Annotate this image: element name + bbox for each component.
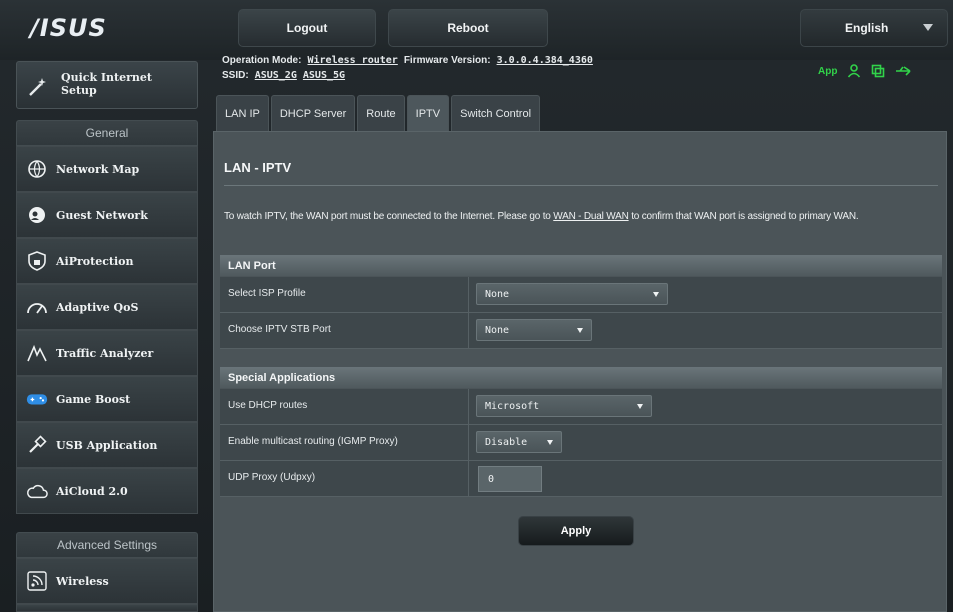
sidebar-item-next[interactable] bbox=[16, 604, 198, 612]
tab-iptv[interactable]: IPTV bbox=[406, 95, 450, 131]
wand-icon bbox=[29, 78, 46, 96]
caret-down-icon bbox=[577, 328, 583, 333]
sidebar-item-guest-network[interactable]: Guest Network bbox=[16, 192, 198, 238]
sidebar-item-label: Guest Network bbox=[56, 208, 148, 222]
title-divider bbox=[224, 185, 938, 186]
tab-bar: LAN IP DHCP Server Route IPTV Switch Con… bbox=[216, 95, 541, 131]
apply-button[interactable]: Apply bbox=[518, 516, 634, 546]
cloud-icon bbox=[26, 480, 48, 502]
quick-internet-setup-button[interactable]: Quick Internet Setup bbox=[16, 61, 198, 109]
reboot-button[interactable]: Reboot bbox=[388, 9, 548, 47]
dhcp-routes-label: Use DHCP routes bbox=[228, 400, 308, 411]
lock-icon bbox=[26, 250, 48, 272]
firmware-link[interactable]: 3.0.0.4.384_4360 bbox=[497, 55, 593, 66]
router-admin-page: /ISUS Logout Reboot English Operation Mo… bbox=[0, 0, 953, 612]
users-icon[interactable] bbox=[847, 64, 861, 78]
row-divider bbox=[468, 425, 469, 461]
usb-status-icon[interactable] bbox=[895, 64, 912, 78]
multicast-routing-label: Enable multicast routing (IGMP Proxy) bbox=[228, 436, 398, 447]
language-select[interactable]: English bbox=[800, 9, 948, 47]
sidebar-item-label: Game Boost bbox=[56, 392, 131, 406]
lan-port-section-header: LAN Port bbox=[220, 255, 942, 276]
sidebar-item-label: Network Map bbox=[56, 162, 140, 176]
udp-proxy-label: UDP Proxy (Udpxy) bbox=[228, 472, 316, 483]
advanced-settings-header: Advanced Settings bbox=[16, 532, 198, 558]
usb-icon bbox=[26, 434, 48, 456]
status-info: Operation Mode: Wireless router Firmware… bbox=[222, 53, 593, 83]
iptv-description: To watch IPTV, the WAN port must be conn… bbox=[224, 211, 859, 222]
sidebar-item-label: USB Application bbox=[56, 438, 158, 452]
language-label: English bbox=[845, 21, 889, 35]
sidebar-item-usb-application[interactable]: USB Application bbox=[16, 422, 198, 468]
traffic-icon bbox=[26, 342, 48, 364]
status-icons: App bbox=[818, 64, 912, 78]
sidebar-item-aiprotection[interactable]: AiProtection bbox=[16, 238, 198, 284]
app-link[interactable]: App bbox=[818, 66, 837, 77]
tab-switch-control[interactable]: Switch Control bbox=[451, 95, 541, 131]
sidebar-item-aicloud[interactable]: AiCloud 2.0 bbox=[16, 468, 198, 514]
multicast-routing-row: Enable multicast routing (IGMP Proxy) Di… bbox=[220, 425, 942, 461]
tab-dhcp-server[interactable]: DHCP Server bbox=[270, 95, 356, 131]
wireless-icon bbox=[26, 570, 48, 592]
stb-port-row: Choose IPTV STB Port None bbox=[220, 313, 942, 349]
special-applications-section-header: Special Applications bbox=[220, 367, 942, 388]
row-divider bbox=[468, 313, 469, 349]
udp-proxy-row: UDP Proxy (Udpxy) 0 bbox=[220, 461, 942, 497]
caret-down-icon bbox=[637, 404, 643, 409]
guest-network-icon bbox=[26, 204, 48, 226]
caret-down-icon bbox=[653, 292, 659, 297]
ssid-label: SSID: bbox=[222, 70, 249, 81]
operation-mode-link[interactable]: Wireless router bbox=[307, 55, 397, 66]
row-divider bbox=[468, 461, 469, 497]
sidebar-item-label: Adaptive QoS bbox=[56, 300, 139, 314]
asus-logo: /ISUS bbox=[30, 14, 107, 42]
tab-route[interactable]: Route bbox=[357, 95, 405, 131]
multicast-routing-select[interactable]: Disable bbox=[476, 431, 562, 453]
sidebar-item-label: AiCloud 2.0 bbox=[56, 484, 128, 498]
wan-dual-wan-link[interactable]: WAN - Dual WAN bbox=[553, 211, 629, 222]
sidebar-item-network-map[interactable]: Network Map bbox=[16, 146, 198, 192]
main-panel: LAN - IPTV To watch IPTV, the WAN port m… bbox=[213, 131, 947, 612]
tab-lan-ip[interactable]: LAN IP bbox=[216, 95, 269, 131]
sidebar-item-traffic-analyzer[interactable]: Traffic Analyzer bbox=[16, 330, 198, 376]
isp-profile-label: Select ISP Profile bbox=[228, 288, 306, 299]
gauge-icon bbox=[26, 296, 48, 318]
network-map-icon bbox=[26, 158, 48, 180]
row-divider bbox=[468, 277, 469, 313]
caret-down-icon bbox=[547, 440, 553, 445]
general-section-header: General bbox=[16, 120, 198, 146]
dhcp-routes-select[interactable]: Microsoft bbox=[476, 395, 652, 417]
sidebar-item-label: AiProtection bbox=[56, 254, 134, 268]
stb-port-select[interactable]: None bbox=[476, 319, 592, 341]
ssid-2g-link[interactable]: ASUS_2G bbox=[255, 70, 297, 81]
quick-internet-setup-label: Quick Internet Setup bbox=[61, 71, 153, 97]
sidebar-item-label: Wireless bbox=[56, 574, 109, 588]
sidebar-item-game-boost[interactable]: Game Boost bbox=[16, 376, 198, 422]
sidebar-item-adaptive-qos[interactable]: Adaptive QoS bbox=[16, 284, 198, 330]
sidebar-item-wireless[interactable]: Wireless bbox=[16, 558, 198, 604]
row-divider bbox=[468, 389, 469, 425]
sidebar-item-label: Traffic Analyzer bbox=[56, 346, 154, 360]
isp-profile-select[interactable]: None bbox=[476, 283, 668, 305]
firmware-label: Firmware Version: bbox=[403, 55, 491, 66]
operation-mode-label: Operation Mode: bbox=[222, 55, 302, 66]
dhcp-routes-row: Use DHCP routes Microsoft bbox=[220, 389, 942, 425]
copy-icon[interactable] bbox=[871, 64, 885, 78]
ssid-5g-link[interactable]: ASUS_5G bbox=[303, 70, 345, 81]
udp-proxy-input[interactable]: 0 bbox=[478, 466, 542, 492]
caret-down-icon bbox=[923, 24, 933, 31]
stb-port-label: Choose IPTV STB Port bbox=[228, 324, 331, 335]
logout-button[interactable]: Logout bbox=[238, 9, 376, 47]
page-title: LAN - IPTV bbox=[224, 160, 292, 175]
top-bar: /ISUS Logout Reboot English bbox=[0, 0, 953, 60]
isp-profile-row: Select ISP Profile None bbox=[220, 277, 942, 313]
gamepad-icon bbox=[26, 388, 48, 410]
